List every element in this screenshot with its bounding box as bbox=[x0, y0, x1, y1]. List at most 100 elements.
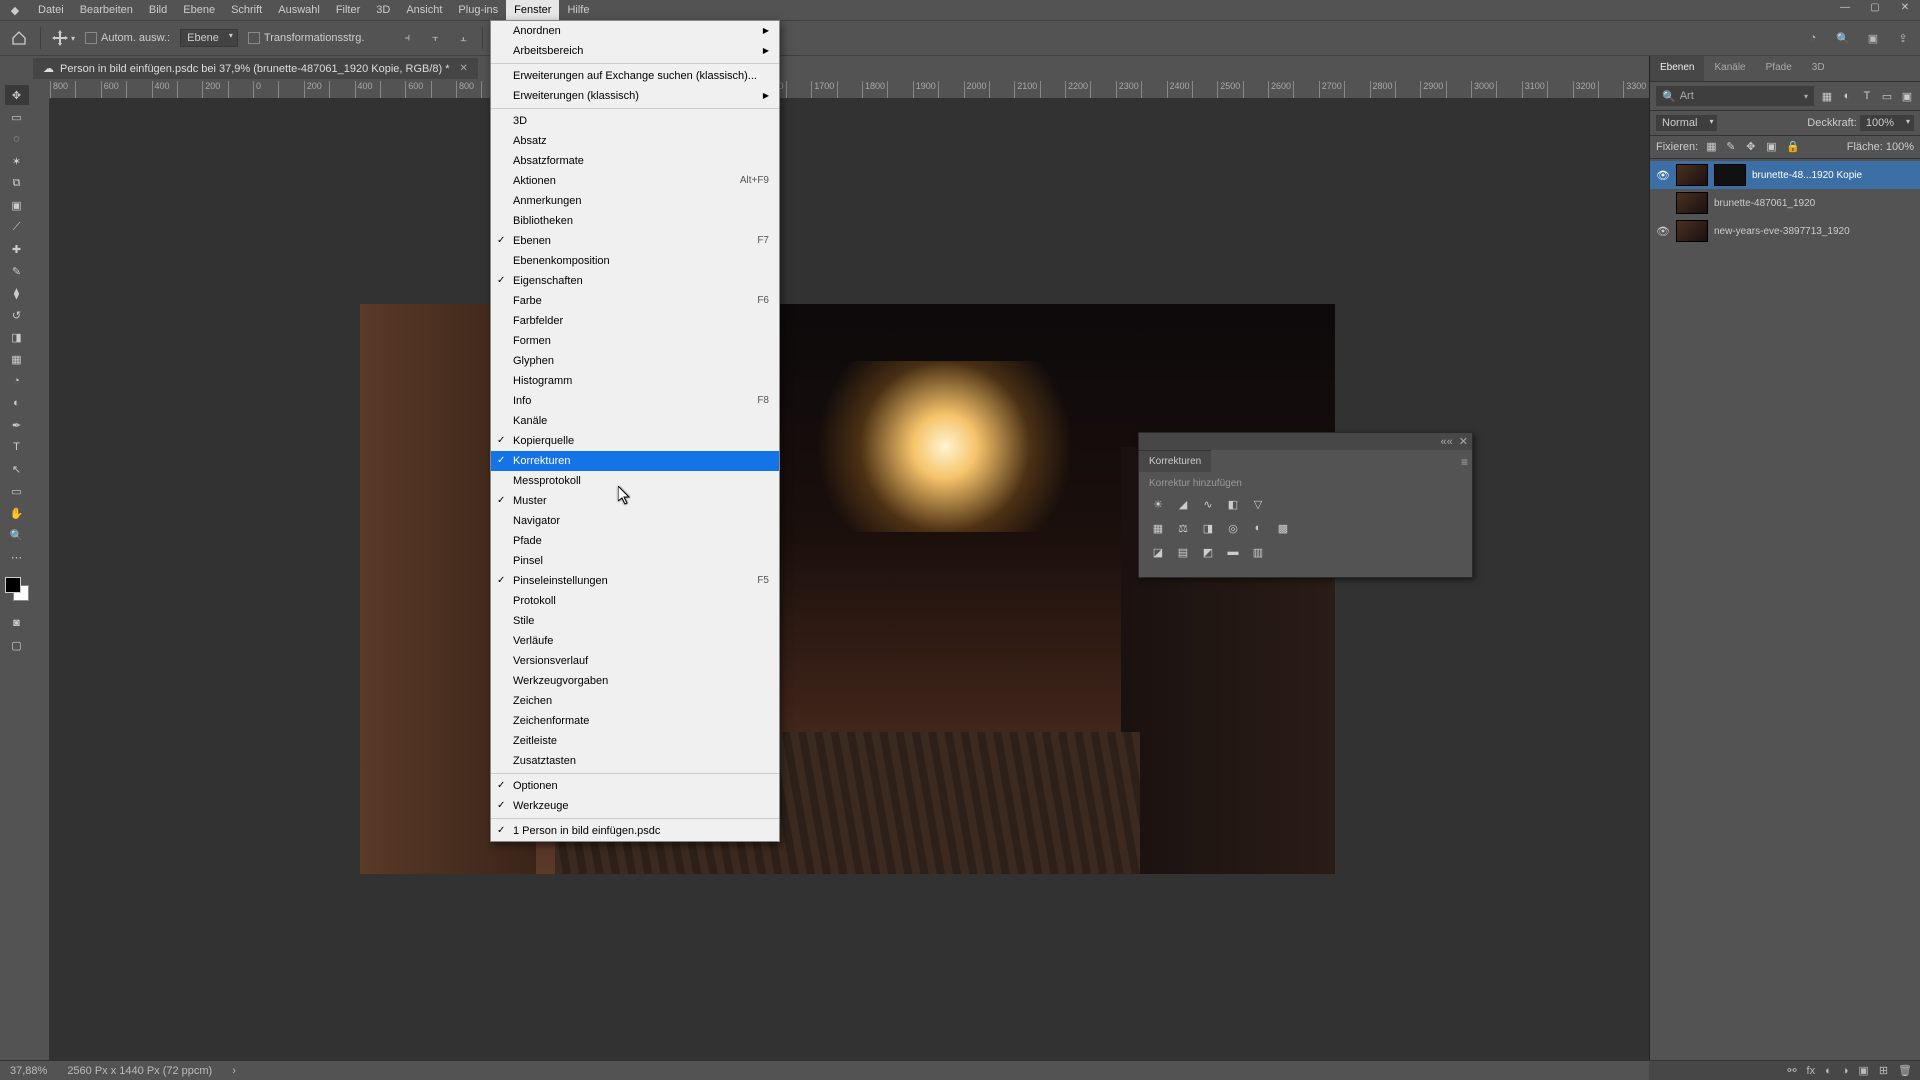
menuitem-pinsel[interactable]: Pinsel bbox=[491, 551, 779, 571]
lock-all-icon[interactable]: 🔒 bbox=[1786, 140, 1800, 154]
menuitem-bibliotheken[interactable]: Bibliotheken bbox=[491, 211, 779, 231]
menu-auswahl[interactable]: Auswahl bbox=[270, 0, 328, 20]
menuitem-anordnen[interactable]: Anordnen▶ bbox=[491, 21, 779, 41]
filter-shape-icon[interactable]: ▭ bbox=[1880, 89, 1894, 103]
document-tab[interactable]: ☁ Person in bild einfügen.psdc bei 37,9%… bbox=[33, 58, 478, 79]
lasso-tool[interactable]: ◌ bbox=[5, 129, 29, 149]
color-swatches[interactable] bbox=[5, 577, 29, 601]
menuitem-pfade[interactable]: Pfade bbox=[491, 531, 779, 551]
tab-kanäle[interactable]: Kanäle bbox=[1704, 56, 1755, 81]
menuitem-farbe[interactable]: FarbeF6 bbox=[491, 291, 779, 311]
layer-thumbnail[interactable] bbox=[1676, 192, 1708, 214]
threshold-icon[interactable]: ◩ bbox=[1199, 543, 1217, 561]
filter-adjustment-icon[interactable]: ◐ bbox=[1840, 89, 1854, 103]
close-panel-icon[interactable]: ✕ bbox=[1459, 435, 1468, 448]
ps-logo-icon[interactable]: ◆ bbox=[0, 4, 30, 17]
close-icon[interactable]: ✕ bbox=[1894, 2, 1916, 16]
menuitem-zeitleiste[interactable]: Zeitleiste bbox=[491, 731, 779, 751]
photo-filter-icon[interactable]: ◎ bbox=[1224, 519, 1242, 537]
layer-thumbnail[interactable] bbox=[1676, 164, 1708, 186]
visibility-icon[interactable]: 👁 bbox=[1656, 169, 1670, 182]
menuitem-zusatztasten[interactable]: Zusatztasten bbox=[491, 751, 779, 771]
menu-hilfe[interactable]: Hilfe bbox=[559, 0, 597, 20]
menuitem-zeichenformate[interactable]: Zeichenformate bbox=[491, 711, 779, 731]
brightness-contrast-icon[interactable]: ☀ bbox=[1149, 495, 1167, 513]
blur-tool[interactable]: ◔ bbox=[5, 371, 29, 391]
status-more-icon[interactable]: › bbox=[232, 1065, 236, 1077]
exposure-icon[interactable]: ◧ bbox=[1224, 495, 1242, 513]
menuitem-formen[interactable]: Formen bbox=[491, 331, 779, 351]
path-select-tool[interactable]: ↖ bbox=[5, 459, 29, 479]
tab-3d[interactable]: 3D bbox=[1802, 56, 1835, 81]
menuitem-versionsverlauf[interactable]: Versionsverlauf bbox=[491, 651, 779, 671]
bw-icon[interactable]: ◨ bbox=[1199, 519, 1217, 537]
layer-row[interactable]: 👁 new-years-eve-3897713_1920 bbox=[1650, 217, 1920, 245]
brush-tool[interactable]: ✎ bbox=[5, 261, 29, 281]
menuitem-zeichen[interactable]: Zeichen bbox=[491, 691, 779, 711]
gradient-tool[interactable]: ▦ bbox=[5, 349, 29, 369]
menuitem-muster[interactable]: ✓Muster bbox=[491, 491, 779, 511]
lock-transparency-icon[interactable]: ▦ bbox=[1706, 140, 1720, 154]
crop-tool[interactable]: ⧉ bbox=[5, 173, 29, 193]
zoom-tool[interactable]: 🔍 bbox=[5, 525, 29, 545]
menu-schrift[interactable]: Schrift bbox=[223, 0, 270, 20]
minimize-icon[interactable]: — bbox=[1834, 2, 1856, 16]
quick-mask-icon[interactable]: ◙ bbox=[5, 613, 29, 633]
menuitem-werkzeugvorgaben[interactable]: Werkzeugvorgaben bbox=[491, 671, 779, 691]
menu-plug-ins[interactable]: Plug-ins bbox=[450, 0, 506, 20]
menuitem-korrekturen[interactable]: ✓Korrekturen bbox=[491, 451, 779, 471]
menuitem-kopierquelle[interactable]: ✓Kopierquelle bbox=[491, 431, 779, 451]
layer-mask-icon[interactable]: ◐ bbox=[1825, 1065, 1832, 1077]
move-tool-icon[interactable]: ▾ bbox=[51, 29, 75, 47]
menuitem-kan-le[interactable]: Kanäle bbox=[491, 411, 779, 431]
eyedropper-tool[interactable]: ⟋ bbox=[5, 217, 29, 237]
panel-menu-icon[interactable]: ≡ bbox=[1461, 455, 1468, 469]
menuitem-verl-ufe[interactable]: Verläufe bbox=[491, 631, 779, 651]
move-tool[interactable]: ✥ bbox=[5, 85, 29, 105]
menu-3d[interactable]: 3D bbox=[368, 0, 398, 20]
menuitem-arbeitsbereich[interactable]: Arbeitsbereich▶ bbox=[491, 41, 779, 61]
transform-controls-checkbox[interactable]: Transformationsstrg. bbox=[248, 32, 364, 44]
selective-color-icon[interactable]: ▥ bbox=[1249, 543, 1267, 561]
channel-mixer-icon[interactable]: ◐ bbox=[1249, 519, 1267, 537]
color-lookup-icon[interactable]: ▩ bbox=[1274, 519, 1292, 537]
gradient-map-icon[interactable]: ▬ bbox=[1224, 543, 1242, 561]
korrekturen-tab[interactable]: Korrekturen bbox=[1139, 450, 1211, 472]
menuitem-absatzformate[interactable]: Absatzformate bbox=[491, 151, 779, 171]
search-icon[interactable]: 🔍 bbox=[1834, 29, 1852, 47]
marquee-tool[interactable]: ▭ bbox=[5, 107, 29, 127]
layer-name[interactable]: new-years-eve-3897713_1920 bbox=[1714, 226, 1850, 237]
menuitem-protokoll[interactable]: Protokoll bbox=[491, 591, 779, 611]
cloud-docs-icon[interactable]: ◔ bbox=[1804, 29, 1822, 47]
filter-smart-icon[interactable]: ▣ bbox=[1900, 89, 1914, 103]
menuitem-stile[interactable]: Stile bbox=[491, 611, 779, 631]
menuitem-histogramm[interactable]: Histogramm bbox=[491, 371, 779, 391]
edit-toolbar[interactable]: ⋯ bbox=[5, 547, 29, 567]
menuitem-info[interactable]: InfoF8 bbox=[491, 391, 779, 411]
menu-ansicht[interactable]: Ansicht bbox=[398, 0, 450, 20]
layer-name[interactable]: brunette-48...1920 Kopie bbox=[1752, 170, 1862, 181]
menuitem-erweiterungen-auf-exchange-suchen-klassisch-[interactable]: Erweiterungen auf Exchange suchen (klass… bbox=[491, 66, 779, 86]
layer-target-select[interactable]: Ebene bbox=[180, 29, 238, 47]
layer-row[interactable]: 👁 brunette-48...1920 Kopie bbox=[1650, 161, 1920, 189]
menuitem-farbfelder[interactable]: Farbfelder bbox=[491, 311, 779, 331]
menuitem-navigator[interactable]: Navigator bbox=[491, 511, 779, 531]
share-icon[interactable]: ⇪ bbox=[1894, 29, 1912, 47]
delete-layer-icon[interactable]: 🗑 bbox=[1898, 1064, 1912, 1077]
menuitem-eigenschaften[interactable]: ✓Eigenschaften bbox=[491, 271, 779, 291]
menuitem-glyphen[interactable]: Glyphen bbox=[491, 351, 779, 371]
new-group-icon[interactable]: ▣ bbox=[1858, 1064, 1868, 1077]
new-adjustment-icon[interactable]: ◑ bbox=[1842, 1065, 1849, 1077]
type-tool[interactable]: T bbox=[5, 437, 29, 457]
menuitem-optionen[interactable]: ✓Optionen bbox=[491, 776, 779, 796]
blend-mode-select[interactable]: Normal bbox=[1656, 115, 1717, 131]
stamp-tool[interactable]: ⧫ bbox=[5, 283, 29, 303]
curves-icon[interactable]: ∿ bbox=[1199, 495, 1217, 513]
menu-bild[interactable]: Bild bbox=[141, 0, 175, 20]
tab-pfade[interactable]: Pfade bbox=[1756, 56, 1802, 81]
document-dimensions[interactable]: 2560 Px x 1440 Px (72 ppcm) bbox=[67, 1065, 212, 1077]
link-layers-icon[interactable]: ⚯ bbox=[1787, 1064, 1796, 1077]
hand-tool[interactable]: ✋ bbox=[5, 503, 29, 523]
visibility-icon[interactable]: 👁 bbox=[1656, 225, 1670, 238]
lock-position-icon[interactable]: ✥ bbox=[1746, 140, 1760, 154]
